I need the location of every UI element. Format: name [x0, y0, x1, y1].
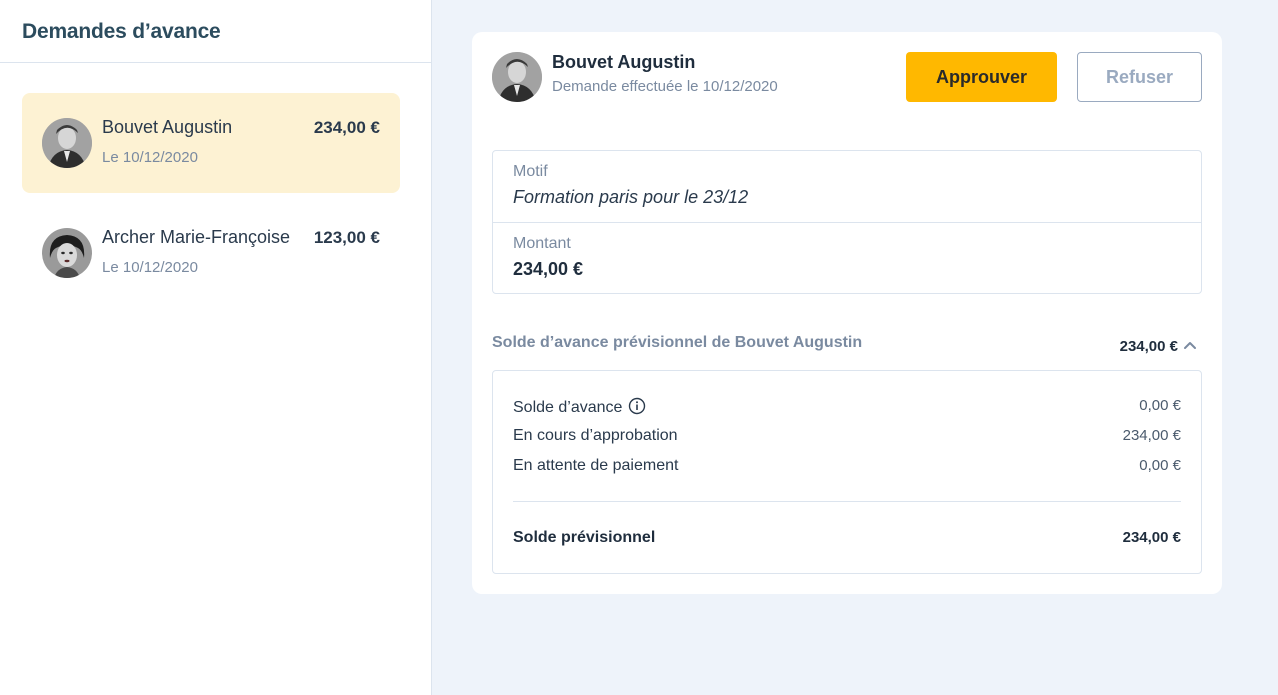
solde-row-avance: Solde d’avance 0,00 €: [513, 397, 1181, 417]
solde-section-title: Solde d’avance prévisionnel de Bouvet Au…: [492, 334, 863, 351]
request-info-box: Motif Formation paris pour le 23/12 Mont…: [492, 150, 1202, 294]
chevron-up-icon[interactable]: [1182, 338, 1198, 354]
request-date: Le 10/12/2020: [102, 149, 198, 166]
sidebar: Demandes d’avance Bouvet Augustin Le 10/…: [0, 0, 432, 695]
solde-final-row: Solde prévisionnel 234,00 €: [513, 529, 1181, 547]
motif-label: Motif: [513, 163, 548, 180]
request-list: Bouvet Augustin Le 10/12/2020 234,00 € A…: [0, 63, 431, 303]
request-date-subtitle: Demande effectuée le 10/12/2020: [552, 78, 778, 95]
solde-row-value: 234,00 €: [1122, 427, 1181, 444]
montant-value: 234,00 €: [513, 259, 584, 279]
solde-row-label: En cours d’approbation: [513, 427, 678, 444]
motif-value: Formation paris pour le 23/12: [513, 187, 749, 207]
refuse-button[interactable]: Refuser: [1077, 52, 1202, 102]
request-amount: 234,00 €: [313, 118, 380, 137]
solde-total: 234,00 €: [1119, 338, 1178, 355]
sidebar-title: Demandes d’avance: [22, 20, 221, 43]
sidebar-header: Demandes d’avance: [0, 0, 431, 63]
solde-breakdown-box: Solde d’avance 0,00 € En cours d’approba…: [492, 370, 1202, 574]
avatar: [42, 228, 92, 278]
solde-row-label: Solde d’avance: [513, 399, 623, 416]
motif-row: Motif Formation paris pour le 23/12: [493, 151, 1201, 222]
solde-final-label: Solde prévisionnel: [513, 529, 656, 546]
request-amount: 123,00 €: [313, 228, 380, 247]
avatar: [42, 118, 92, 168]
request-name: Archer Marie-Françoise: [102, 227, 291, 247]
divider: [513, 501, 1181, 502]
request-name: Bouvet Augustin: [102, 117, 233, 137]
avatar: [492, 52, 542, 102]
request-item-bouvet[interactable]: Bouvet Augustin Le 10/12/2020 234,00 €: [22, 93, 400, 193]
solde-row-approbation: En cours d’approbation 234,00 €: [513, 427, 1181, 447]
approve-button[interactable]: Approuver: [906, 52, 1057, 102]
request-item-archer[interactable]: Archer Marie-Françoise Le 10/12/2020 123…: [22, 203, 400, 303]
solde-row-value: 0,00 €: [1139, 397, 1181, 414]
montant-row: Montant 234,00 €: [493, 222, 1201, 293]
solde-final-value: 234,00 €: [1122, 529, 1181, 546]
request-date: Le 10/12/2020: [102, 259, 198, 276]
montant-label: Montant: [513, 235, 571, 252]
requester-name: Bouvet Augustin: [552, 52, 696, 72]
request-detail-card: Bouvet Augustin Demande effectuée le 10/…: [472, 32, 1222, 594]
solde-row-label: En attente de paiement: [513, 457, 679, 474]
solde-row-paiement: En attente de paiement 0,00 €: [513, 457, 1181, 477]
solde-row-value: 0,00 €: [1139, 457, 1181, 474]
info-circle-icon[interactable]: [628, 397, 646, 415]
